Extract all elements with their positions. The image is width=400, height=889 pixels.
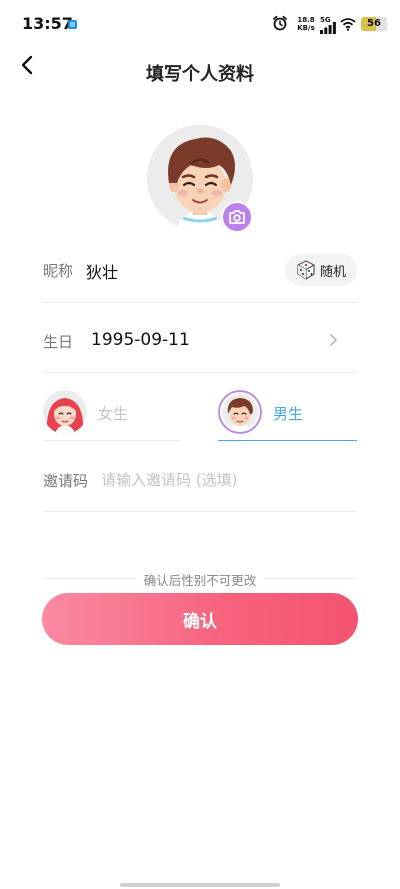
gender-male-underline	[218, 440, 357, 441]
net-speed-unit: KB/s	[297, 24, 315, 32]
birthday-label: 生日	[43, 333, 74, 351]
female-avatar-image	[43, 390, 87, 434]
net-speed: 18.8 KB/s	[293, 16, 319, 32]
nickname-row: 昵称 狄壮 随机	[43, 254, 357, 286]
alarm-icon	[273, 15, 287, 31]
confirm-button[interactable]: 确认	[42, 593, 358, 645]
divider	[43, 511, 357, 512]
battery-level: 56	[367, 18, 381, 29]
camera-icon	[229, 210, 245, 224]
notice-text-wrap: 确认后性别不可更改	[43, 570, 357, 589]
status-time: 13:57	[22, 14, 73, 33]
male-avatar-image	[218, 390, 262, 434]
gender-option-female[interactable]: 女生	[43, 390, 183, 441]
gender-notice: 确认后性别不可更改	[43, 570, 357, 589]
nickname-value[interactable]: 狄壮	[86, 259, 118, 283]
nickname-label: 昵称	[43, 262, 74, 280]
random-button-label: 随机	[319, 264, 346, 280]
page-title: 填写个人资料	[146, 64, 254, 85]
gender-option-male[interactable]: 男生	[218, 390, 358, 441]
net-speed-value: 18.8	[297, 16, 315, 24]
gender-female-underline	[43, 440, 181, 441]
male-avatar	[218, 390, 262, 434]
invite-code-label: 邀请码	[43, 472, 89, 490]
chevron-right-icon	[330, 334, 337, 346]
app-notification-icon	[68, 20, 77, 29]
invite-code-input[interactable]	[101, 468, 351, 492]
signal-icon	[320, 22, 336, 34]
divider	[43, 302, 357, 303]
birthday-value[interactable]: 1995-09-11	[91, 330, 190, 350]
notice-text: 确认后性别不可更改	[135, 573, 265, 588]
gender-male-label: 男生	[273, 405, 304, 423]
avatar-upload[interactable]	[147, 125, 253, 233]
female-avatar	[43, 390, 87, 434]
change-avatar-button[interactable]	[221, 201, 253, 233]
random-nickname-button[interactable]: 随机	[285, 254, 357, 286]
home-indicator[interactable]	[120, 883, 280, 887]
birthday-row[interactable]: 生日 1995-09-11	[43, 330, 357, 354]
gender-female-label: 女生	[98, 405, 129, 423]
battery-icon: 56	[361, 17, 387, 31]
dice-icon	[297, 260, 315, 280]
wifi-icon	[340, 18, 356, 31]
invite-code-row: 邀请码	[43, 468, 357, 492]
divider	[43, 372, 357, 373]
profile-setup-screen: 13:57 18.8 KB/s 5G 56 填写个人资料 昵称 狄壮 随机 生日…	[0, 0, 400, 889]
status-bar: 13:57 18.8 KB/s 5G 56	[0, 0, 400, 48]
